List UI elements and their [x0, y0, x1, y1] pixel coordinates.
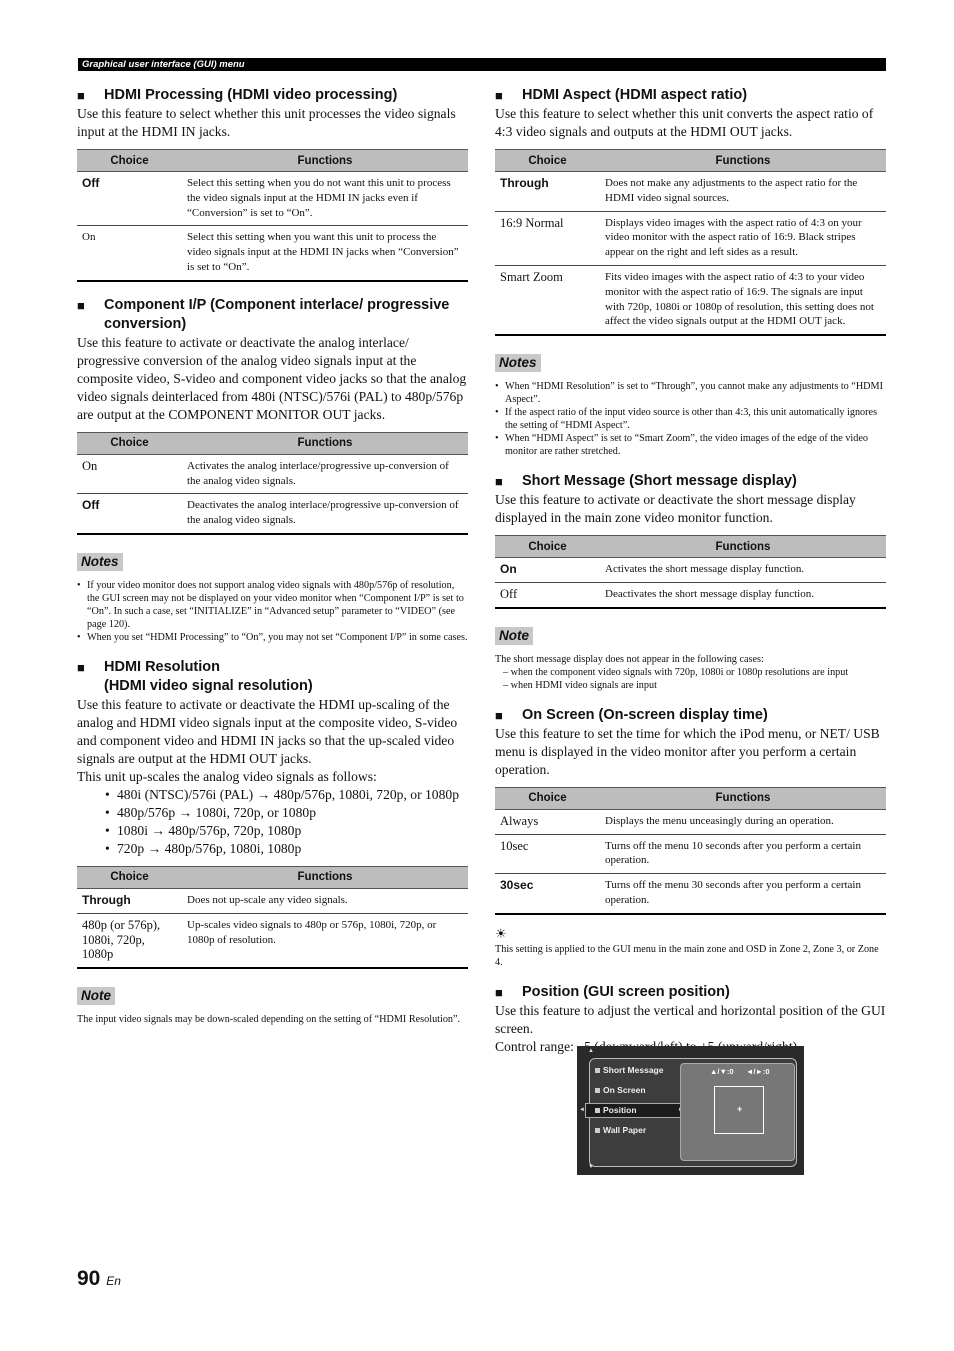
position-body: Use this feature to adjust the vertical …: [495, 1002, 886, 1036]
table-row: Off Deactivates the analog interlace/prog…: [77, 493, 468, 535]
gui-screen-illustration: ▲ ◄ ► Short Message On Screen Position W…: [577, 1046, 804, 1175]
gui-menu-item: Wall Paper: [595, 1125, 646, 1135]
horizontal-readout: ◄/►:0: [746, 1067, 770, 1076]
hint-lightbulb-icon: ☀: [495, 925, 507, 941]
on-screen-body: Use this feature to set the time for whi…: [495, 725, 880, 777]
hdmi-resolution-body: Use this feature to activate or deactiva…: [77, 696, 458, 766]
table-row: Smart Zoom Fits video images with the asp…: [495, 265, 886, 337]
vertical-readout: ▲/▼:0: [710, 1067, 734, 1076]
hdmi-aspect-heading: ■ HDMI Aspect (HDMI aspect ratio): [495, 87, 748, 103]
table-row: Through Does not make any adjustments to …: [495, 171, 886, 212]
table-row: On Activates the short message display fu…: [495, 557, 886, 583]
table-row: On Select this setting when you want this…: [77, 225, 468, 282]
position-heading: ■ Position (GUI screen position): [495, 983, 730, 1000]
note-label: Note: [77, 987, 115, 1006]
right-column: ■ HDMI Aspect (HDMI aspect ratio) Use thi…: [495, 86, 886, 1056]
table-row: Off Select this setting when you do not w…: [77, 171, 468, 227]
gui-menu-item-selected: Position: [595, 1105, 637, 1115]
left-arrow-icon: ◄: [579, 1107, 585, 1113]
page-number: 90 En: [77, 1267, 121, 1290]
list-item: 720p → 480p/576p, 1080i, 1080p: [105, 840, 468, 858]
note-item: If the aspect ratio of the input video s…: [495, 406, 886, 432]
hdmi-resolution-table: Choice Functions Through Does not up-scale…: [77, 865, 468, 970]
hdmi-resolution-heading: ■ HDMI Resolution (HDMI video signal resol…: [77, 658, 313, 694]
table-row: 16:9 Normal Displays video images with th…: [495, 211, 886, 266]
short-message-table: Choice Functions On Activates the short me…: [495, 535, 886, 609]
list-item: 480i (NTSC)/576i (PAL) → 480p/576p, 1080…: [105, 786, 468, 804]
scroll-down-icon: ▼: [588, 1164, 594, 1170]
note-label: Note: [495, 626, 533, 645]
hdmi-resolution-body2: This unit up-scales the analog video sig…: [77, 768, 377, 784]
table-row: On Activates the analog interlace/progres…: [77, 454, 468, 495]
hdmi-aspect-body: Use this feature to select whether this …: [495, 106, 874, 139]
table-row: 30sec Turns off the menu 30 seconds after…: [495, 873, 886, 915]
table-row: Through Does not up-scale any video signa…: [77, 888, 468, 914]
hdmi-aspect-table: Choice Functions Through Does not make any…: [495, 149, 886, 337]
list-item: 1080i → 480p/576p, 720p, 1080p: [105, 822, 468, 840]
center-mark: +: [737, 1104, 743, 1114]
upscale-list: 480i (NTSC)/576i (PAL) → 480p/576p, 1080…: [105, 786, 468, 858]
note-item: – when HDMI video signals are input: [503, 679, 657, 691]
short-message-body: Use this feature to activate or deactiva…: [495, 492, 856, 526]
notes-list: When “HDMI Resolution” is set to “Throug…: [495, 380, 886, 458]
note-item: – when the component video signals with …: [503, 666, 849, 678]
component-ip-table: Choice Functions On Activates the analog i…: [77, 431, 468, 535]
hint-text: This setting is applied to the GUI menu …: [495, 943, 879, 968]
table-row: Always Displays the menu unceasingly duri…: [495, 809, 886, 835]
note-text: The input video signals may be down-scal…: [77, 1014, 461, 1026]
note-item: When “HDMI Aspect” is set to “Smart Zoom…: [495, 432, 886, 458]
on-screen-table: Choice Functions Always Displays the menu …: [495, 786, 886, 915]
gui-menu-item: On Screen: [595, 1085, 646, 1095]
notes-label: Notes: [77, 552, 123, 571]
note-text: The short message display does not appea…: [495, 653, 764, 665]
hdmi-processing-table: Choice Functions Off Select this setting w…: [77, 149, 468, 282]
hdmi-processing-heading: ■ HDMI Processing (HDMI video processing): [77, 87, 398, 103]
note-item: If your video monitor does not support a…: [77, 579, 468, 631]
scroll-up-icon: ▲: [588, 1048, 594, 1054]
component-ip-body: Use this feature to activate or deactiva…: [77, 334, 467, 422]
list-item: 480p/576p → 1080i, 720p, or 1080p: [105, 804, 468, 822]
component-ip-heading: ■ Component I/P (Component interlace/ pro…: [77, 296, 450, 332]
table-row: 10sec Turns off the menu 10 seconds after…: [495, 834, 886, 875]
left-column: ■ HDMI Processing (HDMI video processing)…: [77, 86, 468, 1026]
on-screen-heading: ■ On Screen (On-screen display time): [495, 706, 768, 723]
note-item: When “HDMI Resolution” is set to “Throug…: [495, 380, 886, 406]
gui-menu-item: Short Message: [595, 1065, 663, 1075]
notes-list: If your video monitor does not support a…: [77, 579, 468, 644]
table-row: Off Deactivates the short message display…: [495, 582, 886, 609]
notes-label: Notes: [495, 354, 541, 373]
note-item: When you set “HDMI Processing” to “On”, …: [77, 631, 468, 644]
section-header-bar: Graphical user interface (GUI) menu: [78, 58, 886, 71]
short-message-heading: ■ Short Message (Short message display): [495, 473, 797, 490]
hdmi-processing-body: Use this feature to select whether this …: [77, 106, 456, 139]
table-row: 480p (or 576p), 1080i, 720p, 1080p Up-sca…: [77, 913, 468, 970]
